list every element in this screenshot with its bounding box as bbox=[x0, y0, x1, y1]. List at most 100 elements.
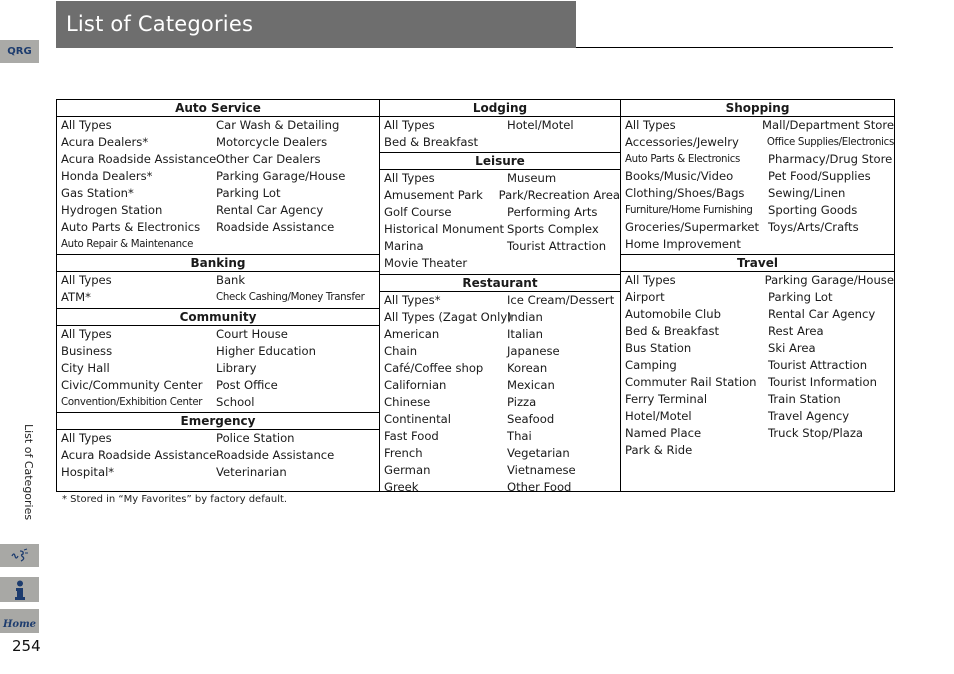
category-item: Hotel/Motel bbox=[625, 409, 692, 423]
category-item: Marina bbox=[384, 239, 424, 253]
section-rows: All Types Parking Garage/House Airport Park… bbox=[621, 272, 894, 459]
home-button[interactable]: Home bbox=[0, 609, 39, 633]
category-item: Mall/Department Store bbox=[762, 118, 894, 132]
category-item: Groceries/Supermarket bbox=[625, 220, 760, 234]
category-item: Italian bbox=[507, 326, 543, 341]
category-item: Court House bbox=[216, 326, 288, 341]
category-row: City Hall Library bbox=[61, 360, 379, 377]
side-label-text: List of Categories bbox=[22, 424, 35, 521]
info-button[interactable] bbox=[0, 577, 39, 602]
category-section: Emergency All Types Police Station Acura Ro… bbox=[57, 412, 379, 481]
category-item: City Hall bbox=[61, 360, 110, 375]
category-item: Acura Roadside Assistance bbox=[61, 448, 217, 462]
category-item: Police Station bbox=[216, 431, 295, 445]
category-item: Rental Car Agency bbox=[768, 307, 876, 321]
category-row: Ferry Terminal Train Station bbox=[625, 391, 894, 408]
category-item: Gas Station* bbox=[61, 186, 134, 200]
category-item: All Types bbox=[625, 273, 676, 287]
category-row: Clothing/Shoes/Bags Sewing/Linen bbox=[625, 185, 894, 202]
section-rows: All Types Bank ATM* Check Cashing/Money Tra… bbox=[57, 272, 379, 306]
category-item: Park & Ride bbox=[625, 443, 693, 457]
category-item: Parking Lot bbox=[216, 186, 281, 200]
category-section: Restaurant All Types* Ice Cream/Dessert All… bbox=[380, 273, 620, 496]
voice-command-icon bbox=[10, 548, 28, 562]
category-item: Post Office bbox=[216, 377, 278, 392]
category-item: Museum bbox=[507, 171, 557, 185]
category-row: Gas Station* Parking Lot bbox=[61, 185, 379, 202]
category-item: Hotel/Motel bbox=[507, 118, 574, 132]
category-section: Leisure All Types Museum Amusement Park Park… bbox=[380, 152, 620, 272]
section-header: Auto Service bbox=[57, 100, 379, 117]
section-side-label: List of Categories bbox=[19, 424, 39, 529]
category-row: Airport Parking Lot bbox=[625, 289, 894, 306]
category-item: Chinese bbox=[384, 394, 431, 409]
category-item: ATM* bbox=[61, 290, 91, 304]
section-header: Shopping bbox=[621, 100, 894, 117]
category-item: Continental bbox=[384, 411, 452, 426]
category-row: All Types Mall/Department Store bbox=[625, 117, 894, 134]
category-row: Acura Roadside Assistance Roadside Assist… bbox=[61, 447, 379, 464]
category-item: Parking Garage/House bbox=[764, 273, 894, 287]
category-row: Hotel/Motel Travel Agency bbox=[625, 408, 894, 425]
category-item: Rental Car Agency bbox=[216, 203, 324, 217]
category-row: Furniture/Home Furnishing Sporting Goods bbox=[625, 202, 894, 219]
category-row: Marina Tourist Attraction bbox=[384, 238, 620, 255]
category-item: Auto Repair & Maintenance bbox=[61, 239, 194, 250]
category-item: Seafood bbox=[507, 411, 555, 426]
section-header: Travel bbox=[621, 254, 894, 272]
category-item: Office Supplies/Electronics bbox=[766, 137, 894, 148]
section-header: Banking bbox=[57, 254, 379, 272]
category-row: Hospital* Veterinarian bbox=[61, 464, 379, 481]
category-row: Auto Parts & Electronics Roadside Assista… bbox=[61, 219, 379, 236]
category-row: Chinese Pizza bbox=[384, 394, 620, 411]
category-item: Library bbox=[216, 360, 257, 375]
category-row: All Types Bank bbox=[61, 272, 379, 289]
category-item: Amusement Park bbox=[384, 188, 483, 202]
category-item: Auto Parts & Electronics bbox=[625, 154, 741, 165]
category-section: Banking All Types Bank ATM* Check Cashing/Mo… bbox=[57, 254, 379, 306]
category-row: All Types Museum bbox=[384, 170, 620, 187]
category-item: Airport bbox=[625, 290, 665, 304]
category-item: Golf Course bbox=[384, 205, 452, 219]
category-row: Movie Theater bbox=[384, 255, 620, 272]
category-row: Continental Seafood bbox=[384, 411, 620, 428]
category-item: Train Station bbox=[768, 392, 841, 406]
voice-command-button[interactable] bbox=[0, 544, 39, 567]
category-item: Motorcycle Dealers bbox=[216, 135, 328, 149]
category-row: Chain Japanese bbox=[384, 343, 620, 360]
category-row: Bus Station Ski Area bbox=[625, 340, 894, 357]
category-item: Ferry Terminal bbox=[625, 392, 708, 406]
category-item: Mexican bbox=[507, 377, 555, 392]
section-rows: All Types Museum Amusement Park Park/Recrea… bbox=[380, 170, 620, 272]
category-item: Furniture/Home Furnishing bbox=[625, 205, 753, 216]
category-item: All Types bbox=[61, 118, 112, 132]
category-item: Civic/Community Center bbox=[61, 377, 203, 392]
category-row: Bed & Breakfast bbox=[384, 134, 620, 151]
category-item: Indian bbox=[507, 309, 543, 324]
category-item: All Types* bbox=[384, 292, 441, 307]
category-item: Greek bbox=[384, 479, 419, 494]
category-row: Convention/Exhibition Center School bbox=[61, 394, 379, 411]
category-item: Automobile Club bbox=[625, 307, 721, 321]
category-item: Clothing/Shoes/Bags bbox=[625, 186, 745, 200]
category-item: Higher Education bbox=[216, 343, 316, 358]
category-item: All Types bbox=[61, 326, 112, 341]
category-item: Roadside Assistance bbox=[216, 448, 335, 462]
category-row: American Italian bbox=[384, 326, 620, 343]
category-item: Chain bbox=[384, 343, 418, 358]
category-section: Shopping All Types Mall/Department Store Ac… bbox=[621, 100, 894, 253]
home-icon: Home bbox=[2, 618, 37, 630]
category-row: Honda Dealers* Parking Garage/House bbox=[61, 168, 379, 185]
category-item: Movie Theater bbox=[384, 256, 468, 270]
category-column-1: Auto Service All Types Car Wash & Detailin… bbox=[56, 99, 380, 492]
category-row: German Vietnamese bbox=[384, 462, 620, 479]
category-row: Camping Tourist Attraction bbox=[625, 357, 894, 374]
category-item: Fast Food bbox=[384, 428, 439, 443]
category-item: Rest Area bbox=[768, 324, 824, 338]
category-item: Pharmacy/Drug Store bbox=[768, 152, 893, 166]
category-item: Sewing/Linen bbox=[768, 186, 846, 200]
qrg-tab[interactable]: QRG bbox=[0, 40, 39, 63]
section-header: Restaurant bbox=[380, 273, 620, 292]
section-header: Community bbox=[57, 307, 379, 326]
category-item: Ski Area bbox=[768, 341, 816, 355]
